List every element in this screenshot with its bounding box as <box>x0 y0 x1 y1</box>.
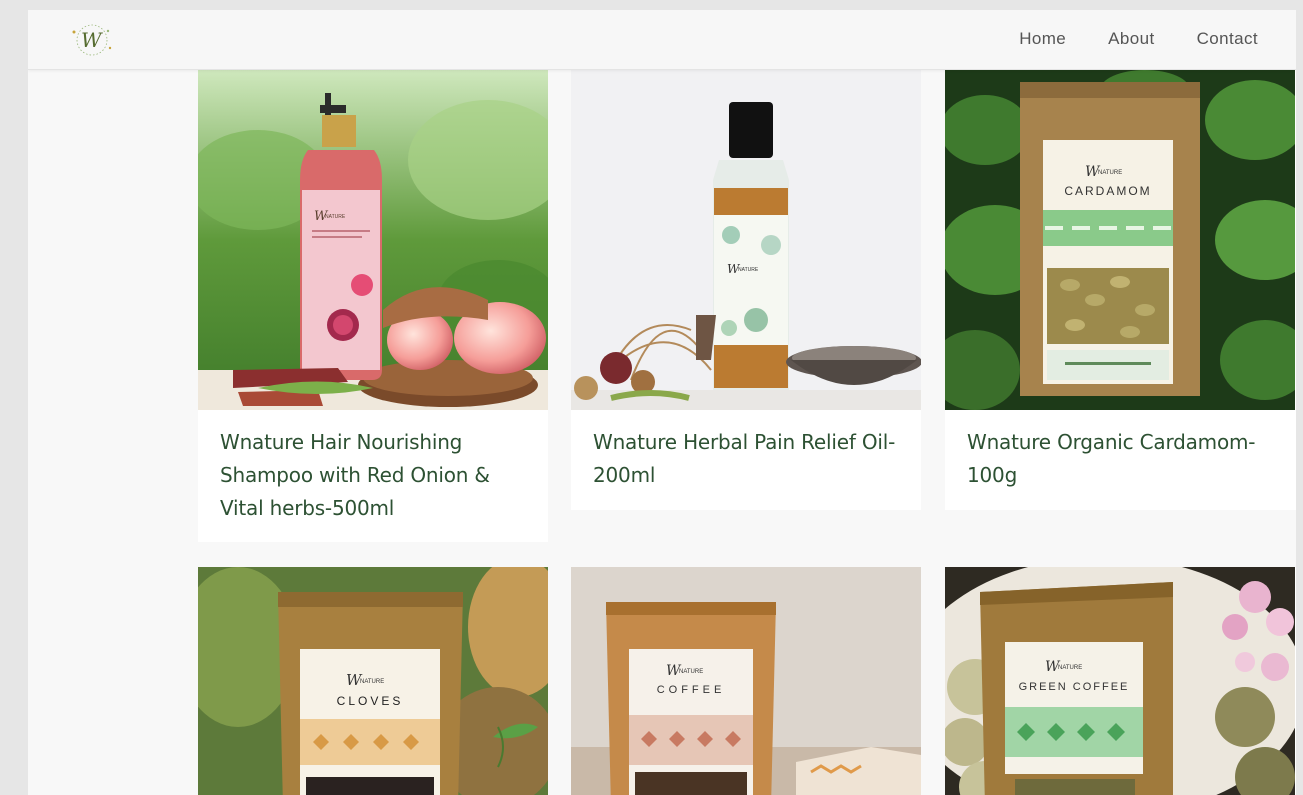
svg-text:NATURE: NATURE <box>1098 170 1122 176</box>
svg-text:W: W <box>81 28 103 52</box>
product-title-shampoo[interactable]: Wnature Hair Nourishing Shampoo with Red… <box>220 426 530 525</box>
product-card-cloves[interactable]: W NATURE CLOVES <box>198 567 548 795</box>
package-label-cardamom: CARDAMOM <box>1064 184 1151 198</box>
nav-about-link[interactable]: About <box>1108 29 1154 49</box>
product-title-pain-relief-oil[interactable]: Wnature Herbal Pain Relief Oil-200ml <box>593 426 903 492</box>
brand-logo[interactable]: W <box>62 22 122 58</box>
product-image-shampoo[interactable]: W NATURE <box>198 70 548 410</box>
svg-text:NATURE: NATURE <box>325 214 346 220</box>
product-image-cardamom[interactable]: W NATURE CARDAMOM <box>945 70 1295 410</box>
product-card-green-coffee[interactable]: W NATURE GREEN COFFEE <box>945 567 1296 795</box>
product-card-shampoo[interactable]: W NATURE Wnature Hair Nourishing Shampoo… <box>198 70 548 542</box>
package-label-coffee: COFFEE <box>657 684 726 696</box>
package-label-green-coffee: GREEN COFFEE <box>1019 681 1130 693</box>
nav-links: Home About Contact <box>1019 29 1258 49</box>
svg-text:NATURE: NATURE <box>1058 665 1082 671</box>
svg-text:NATURE: NATURE <box>679 669 703 675</box>
product-image-coffee[interactable]: W NATURE COFFEE <box>571 567 921 795</box>
package-label-cloves: CLOVES <box>337 694 404 708</box>
nav-home-link[interactable]: Home <box>1019 29 1066 49</box>
product-image-cloves[interactable]: W NATURE CLOVES <box>198 567 548 795</box>
product-title-cardamom[interactable]: Wnature Organic Cardamom-100g <box>967 426 1277 492</box>
product-card-coffee[interactable]: W NATURE COFFEE <box>571 567 921 795</box>
page: W Home About Contact W NATURE Wnature Ha… <box>28 10 1296 795</box>
navbar: W Home About Contact <box>28 10 1296 70</box>
product-image-green-coffee[interactable]: W NATURE GREEN COFFEE <box>945 567 1295 795</box>
product-card-pain-relief-oil[interactable]: W NATURE Wnature Herbal Pain Relief Oil-… <box>571 70 921 510</box>
nav-contact-link[interactable]: Contact <box>1197 29 1258 49</box>
svg-text:NATURE: NATURE <box>738 267 759 273</box>
svg-text:NATURE: NATURE <box>360 679 384 685</box>
product-card-cardamom[interactable]: W NATURE CARDAMOM Wnature Organic Cardam… <box>945 70 1296 510</box>
product-image-pain-relief-oil[interactable]: W NATURE <box>571 70 921 410</box>
